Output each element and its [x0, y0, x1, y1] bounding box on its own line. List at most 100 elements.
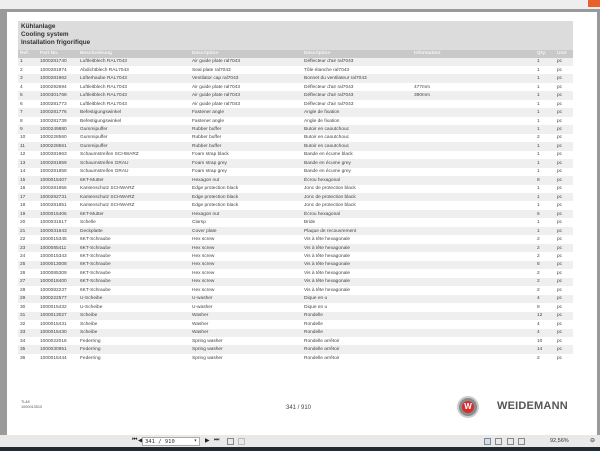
cell-qty: 2 — [537, 355, 540, 361]
cell-beschreibung: Luftleitblech RAL7043 — [80, 84, 127, 90]
cell-ref: 36 — [20, 355, 26, 361]
single-page-view-icon[interactable] — [484, 437, 491, 445]
cell-qty: 8 — [535, 176, 555, 185]
cell-beschreibung: Luftleitblech RAL7043 — [78, 91, 190, 100]
cell-description-en: Washer — [192, 321, 209, 327]
first-page-icon[interactable]: ⏮ — [132, 437, 137, 444]
cell-qty: 1 — [537, 101, 540, 107]
fit-view-icon[interactable] — [518, 437, 525, 445]
section-header: Kühlanlage Cooling system Installation f… — [18, 21, 573, 50]
cell-part-no: 1000085309 — [40, 270, 67, 276]
cell-description-fr: Rondelle arrêtoir — [304, 355, 340, 361]
col-description-en: Description — [190, 50, 302, 58]
cell-description-en: Seal plate ral7043 — [192, 67, 231, 73]
cell-part-no: 1000015430 — [38, 328, 78, 337]
cell-unit: pc — [555, 209, 573, 219]
cell-unit: pc — [555, 345, 573, 354]
cell-qty: 10 — [537, 338, 543, 344]
cell-part-no: 1000013027 — [38, 311, 78, 321]
two-page-view-icon[interactable] — [507, 437, 514, 445]
cell-information — [412, 159, 535, 168]
last-page-icon[interactable]: ⏭ — [214, 437, 219, 444]
cell-description-en: Hex screw — [192, 287, 215, 293]
logo-letter: W — [462, 401, 474, 413]
cell-information — [412, 168, 535, 176]
next-page-icon[interactable]: ▶ — [205, 437, 210, 444]
cell-qty: 2 — [537, 270, 540, 276]
cell-description-en: Hex screw — [190, 277, 302, 287]
chevron-down-icon[interactable]: ▾ — [194, 438, 197, 444]
cell-ref: 20 — [20, 220, 26, 226]
cell-description-fr: Tôle étanche ral7043 — [304, 67, 350, 73]
table-row: 17 1000292731 Kantenschutz SCHWARZ Edge pro… — [18, 193, 573, 202]
cell-information — [412, 218, 535, 226]
cell-part-no: 1000281962 — [38, 74, 78, 83]
cell-information — [412, 252, 535, 260]
cell-description-fr: Butoir en caoutchouc — [304, 135, 350, 141]
cell-information — [412, 176, 535, 185]
cell-unit: pc — [557, 135, 563, 141]
cell-qty: 1 — [537, 203, 540, 209]
cell-beschreibung: Schaumstreifen SCHWARZ — [80, 152, 139, 158]
cell-information — [412, 235, 535, 243]
cell-part-no: 1000281740 — [38, 57, 78, 66]
cell-unit: pc — [555, 108, 573, 117]
title-en: Cooling system — [21, 31, 69, 38]
cell-description-en: Rubber buffer — [192, 135, 222, 141]
col-description-fr: Description — [302, 50, 412, 58]
cell-beschreibung: 6KT-Schraube — [78, 243, 190, 253]
cell-qty: 8 — [537, 304, 540, 310]
cell-unit: pc — [555, 125, 573, 134]
zoom-level[interactable]: 92,56% — [550, 438, 569, 444]
cell-qty: 1 — [537, 67, 540, 73]
cell-beschreibung: Schaumstreifen GRAU — [78, 159, 190, 168]
cell-part-no: 1000281974 — [40, 67, 67, 73]
cell-beschreibung: 6KT-Mutter — [78, 209, 190, 219]
cell-unit: pc — [557, 101, 563, 107]
col-information: Information — [412, 50, 535, 58]
table-row: 26 1000085309 6KT-Schraube Hex screw Vis à t… — [18, 269, 573, 277]
cell-description-en: Air guide plate ral7043 — [192, 101, 241, 107]
cell-qty: 1 — [535, 57, 555, 66]
cell-information — [412, 151, 535, 159]
cell-part-no: 1000015407 — [38, 176, 78, 185]
paste-icon[interactable] — [238, 437, 245, 445]
cell-qty: 4 — [535, 328, 555, 337]
cell-qty: 2 — [537, 135, 540, 141]
brand-name: WEIDEMANN — [497, 400, 568, 412]
cell-information — [412, 294, 535, 304]
cell-description-en: Clamp — [192, 220, 206, 226]
copy-icon[interactable] — [227, 437, 234, 445]
zoom-out-icon[interactable]: ⊖ — [590, 437, 595, 444]
cell-information — [412, 303, 535, 311]
cell-ref: 24 — [20, 254, 26, 260]
cell-description-fr: Vis à tête hexagonale — [304, 287, 351, 293]
col-unit: Unit — [555, 50, 573, 58]
cell-description-en: Air guide plate ral7043 — [192, 84, 241, 90]
cell-description-en: Hex screw — [192, 270, 215, 276]
cell-unit: pc — [557, 287, 563, 293]
cell-description-fr: Bride — [304, 220, 316, 226]
cell-ref: 8 — [20, 118, 23, 124]
cell-ref: 28 — [20, 287, 26, 293]
page-input[interactable]: 341 / 910 ▾ — [142, 436, 200, 446]
cell-description-en: Fastener angle — [190, 108, 302, 117]
cell-part-no: 1000281776 — [38, 108, 78, 117]
doc-number: 1000013510 — [21, 404, 43, 409]
cell-description-fr: Déflecteur d'air ral7043 — [304, 101, 354, 107]
cell-information — [412, 185, 535, 193]
cell-beschreibung: 6KT-Schraube — [80, 287, 111, 293]
cell-description-fr: Dique en u — [304, 304, 328, 310]
cell-unit: pc — [555, 260, 573, 270]
cell-description-en: Spring washer — [192, 338, 223, 344]
cell-beschreibung: Scheibe — [78, 311, 190, 321]
cell-description-fr: Vis à tête hexagonale — [302, 243, 412, 253]
continuous-view-icon[interactable] — [495, 437, 502, 445]
cell-qty: 2 — [535, 243, 555, 253]
close-button[interactable] — [588, 0, 600, 7]
table-row: 11 1000228561 Gummipuffer Rubber buffer Buto… — [18, 142, 573, 151]
cell-ref: 2 — [20, 67, 23, 73]
cell-qty: 4 — [537, 321, 540, 327]
cell-unit: pc — [557, 304, 563, 310]
cell-information — [412, 226, 535, 236]
